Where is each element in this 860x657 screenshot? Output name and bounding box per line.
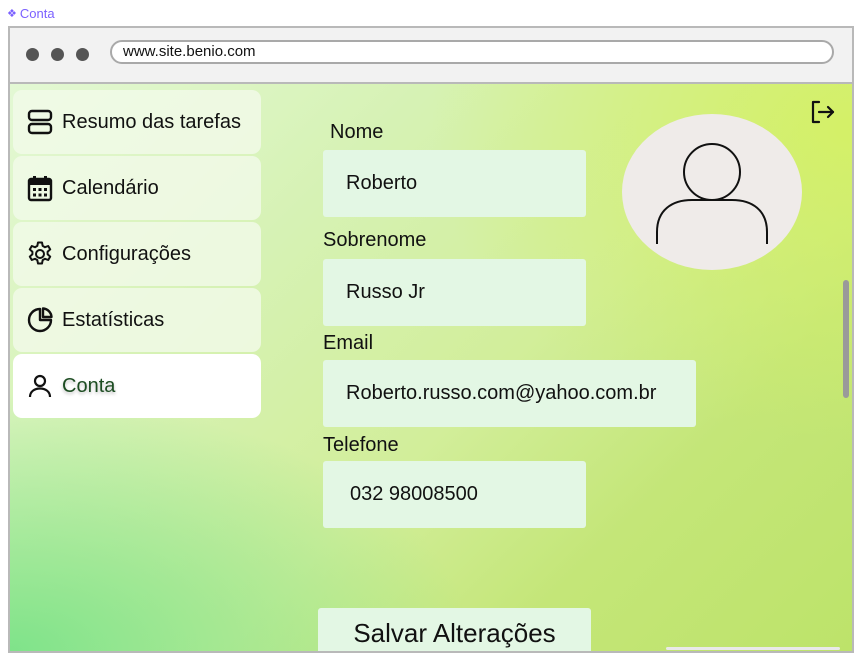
email-field[interactable]: Roberto.russo.com@yahoo.com.br	[323, 360, 696, 427]
nome-label: Nome	[330, 121, 384, 143]
gear-icon	[28, 241, 52, 265]
sidebar-item-label: Conta	[62, 374, 116, 397]
nome-field[interactable]: Roberto	[323, 150, 586, 217]
sidebar-item-label: Resumo das tarefas	[62, 110, 241, 133]
sidebar-item-resumo[interactable]: Resumo das tarefas	[13, 90, 261, 154]
sidebar: Resumo das tarefas Calendário Configuraç…	[13, 90, 261, 420]
email-label: Email	[323, 332, 374, 354]
window-dot-icon	[51, 48, 64, 61]
telefone-field[interactable]: 032 98008500	[323, 461, 586, 528]
window-dot-icon	[26, 48, 39, 61]
vertical-scrollbar[interactable]	[843, 280, 849, 398]
sidebar-item-label: Configurações	[62, 242, 191, 265]
sobrenome-field[interactable]: Russo Jr	[323, 259, 586, 326]
user-placeholder-icon	[656, 143, 768, 244]
sidebar-item-label: Estatísticas	[62, 308, 165, 331]
component-icon: ❖	[7, 8, 17, 20]
page-content: Resumo das tarefas Calendário Configuraç…	[10, 84, 852, 651]
sidebar-item-label: Calendário	[62, 176, 159, 199]
telefone-label: Telefone	[323, 434, 399, 456]
address-bar[interactable]: www.site.benio.com	[110, 40, 834, 64]
list-summary-icon	[27, 109, 53, 135]
sidebar-item-conta[interactable]: Conta	[13, 354, 261, 418]
profile-avatar[interactable]	[622, 114, 802, 270]
browser-window: www.site.benio.com Resumo das tarefas Ca…	[8, 26, 854, 653]
sobrenome-label: Sobrenome	[323, 229, 427, 251]
sidebar-item-calendario[interactable]: Calendário	[13, 156, 261, 220]
frame-tag: ❖ Conta	[7, 6, 55, 21]
logout-icon[interactable]	[808, 98, 836, 126]
sidebar-item-estatisticas[interactable]: Estatísticas	[13, 288, 261, 352]
pie-chart-icon	[27, 307, 53, 333]
sidebar-item-configuracoes[interactable]: Configurações	[13, 222, 261, 286]
save-changes-button[interactable]: Salvar Alterações	[318, 608, 591, 651]
window-dot-icon	[76, 48, 89, 61]
browser-toolbar: www.site.benio.com	[10, 28, 852, 84]
calendar-icon	[27, 176, 53, 202]
user-icon	[28, 374, 52, 398]
frame-label: Conta	[19, 6, 55, 21]
horizontal-scrollbar[interactable]	[666, 647, 840, 650]
